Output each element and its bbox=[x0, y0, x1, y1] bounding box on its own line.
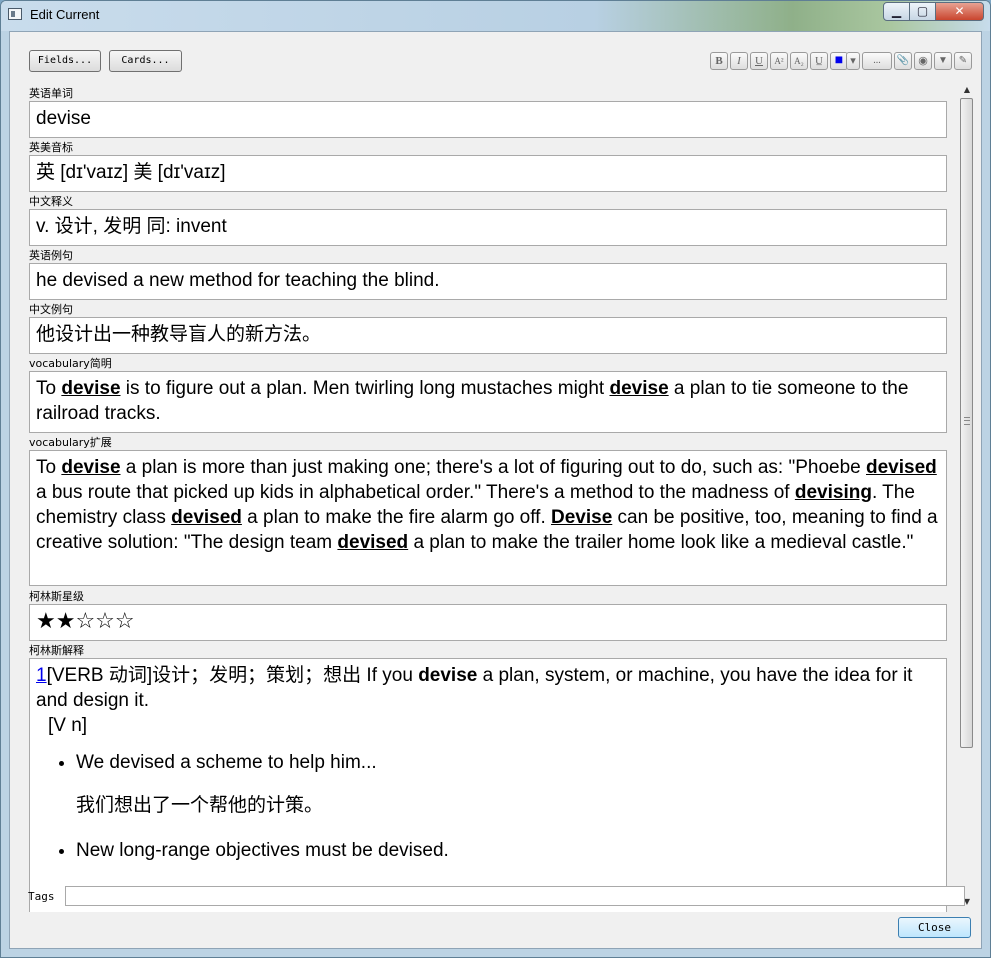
field-label-en-example: 英语例句 bbox=[29, 249, 73, 262]
example-en: New long-range objectives must be devise… bbox=[76, 840, 449, 861]
grammar-pattern: [V n] bbox=[48, 715, 88, 736]
field-cn-example-editor[interactable]: 他设计出一种教导盲人的新方法。 bbox=[29, 317, 947, 354]
field-label-phonetic: 英美音标 bbox=[29, 141, 73, 154]
editor-client-area: Fields... Cards... B I U A² A₂ U̲ ■ ▾ ..… bbox=[9, 31, 982, 949]
subscript-button[interactable]: A₂ bbox=[790, 52, 808, 70]
list-item: New long-range objectives must be devise… bbox=[76, 838, 940, 863]
sense-number-link[interactable]: 1 bbox=[36, 665, 47, 686]
field-label-collins-stars: 柯林斯星级 bbox=[29, 590, 84, 603]
text-run: To bbox=[36, 457, 62, 478]
field-cn-definition-editor[interactable]: v. 设计, 发明 同: invent bbox=[29, 209, 947, 246]
list-item: We devised a scheme to help him... 我们想出了… bbox=[76, 750, 940, 818]
color-dropdown-icon[interactable]: ▾ bbox=[846, 52, 860, 70]
text-run: To bbox=[36, 378, 62, 399]
maximize-button[interactable]: ▢ bbox=[909, 2, 936, 21]
grip-icon bbox=[964, 417, 970, 425]
field-label-word: 英语单词 bbox=[29, 87, 73, 100]
attach-icon[interactable]: 📎 bbox=[894, 52, 912, 70]
vertical-scrollbar[interactable]: ▲ ▼ bbox=[959, 83, 975, 909]
fields-scroll-area[interactable]: 英语单词 devise 英美音标 英 [dɪ'vaɪz] 美 [dɪ'vaɪz]… bbox=[28, 82, 970, 912]
underline-button[interactable]: U bbox=[750, 52, 768, 70]
sense-head: [VERB 动词]设计；发明；策划；想出 If you bbox=[46, 665, 419, 686]
field-label-cn-example: 中文例句 bbox=[29, 303, 73, 316]
keyword-run: devised bbox=[171, 507, 242, 528]
field-vocab-short-editor[interactable]: To devise is to figure out a plan. Men t… bbox=[29, 371, 947, 433]
field-label-cn-definition: 中文释义 bbox=[29, 195, 73, 208]
example-en: We devised a scheme to help him... bbox=[76, 752, 377, 773]
field-collins-explain-editor[interactable]: 1[VERB 动词]设计；发明；策划；想出 If you devise a pl… bbox=[29, 658, 947, 912]
field-label-vocab-short: vocabulary简明 bbox=[29, 357, 112, 370]
scroll-thumb[interactable] bbox=[960, 98, 973, 748]
superscript-button[interactable]: A² bbox=[770, 52, 788, 70]
cloze-button[interactable]: ... bbox=[862, 52, 892, 70]
tags-input[interactable] bbox=[65, 886, 965, 906]
minimize-button[interactable]: ▁ bbox=[883, 2, 910, 21]
example-zh: 我们想出了一个帮他的计策。 bbox=[76, 795, 324, 816]
text-run: a bus route that picked up kids in alpha… bbox=[36, 482, 795, 503]
keyword-run: devised bbox=[337, 532, 409, 553]
keyword-run: devise bbox=[61, 457, 121, 478]
window-title: Edit Current bbox=[30, 7, 100, 22]
text-run: is to figure out a plan. Men twirling lo… bbox=[120, 378, 610, 399]
edit-html-icon[interactable]: ✎ bbox=[954, 52, 972, 70]
more-dropdown-icon[interactable]: ▼ bbox=[934, 52, 952, 70]
bold-button[interactable]: B bbox=[710, 52, 728, 70]
cards-button[interactable]: Cards... bbox=[109, 50, 182, 72]
field-vocab-extended-editor[interactable]: To devise a plan is more than just makin… bbox=[29, 450, 947, 586]
italic-button[interactable]: I bbox=[730, 52, 748, 70]
text-run: a plan is more than just making one; the… bbox=[120, 457, 866, 478]
edit-current-window: Edit Current ▁ ▢ ✕ Fields... Cards... B … bbox=[0, 0, 991, 958]
keyword-run: Devise bbox=[551, 507, 613, 528]
fields-button[interactable]: Fields... bbox=[29, 50, 101, 72]
keyword-run: devised bbox=[866, 457, 937, 478]
field-word-editor[interactable]: devise bbox=[29, 101, 947, 138]
tags-label: Tags bbox=[28, 890, 55, 903]
field-collins-stars-editor[interactable]: ★★☆☆☆ bbox=[29, 604, 947, 641]
field-label-collins-explain: 柯林斯解释 bbox=[29, 644, 84, 657]
keyword-run: devise bbox=[609, 378, 669, 399]
scroll-up-icon[interactable]: ▲ bbox=[959, 83, 975, 97]
record-icon[interactable]: ◉ bbox=[914, 52, 932, 70]
close-window-button[interactable]: ✕ bbox=[935, 2, 984, 21]
title-bar[interactable]: Edit Current ▁ ▢ ✕ bbox=[1, 1, 990, 31]
field-label-vocab-extended: vocabulary扩展 bbox=[29, 436, 112, 449]
text-run: a plan to make the fire alarm go off. bbox=[241, 507, 551, 528]
close-button[interactable]: Close bbox=[898, 917, 971, 938]
window-icon bbox=[8, 8, 22, 20]
field-phonetic-editor[interactable]: 英 [dɪ'vaɪz] 美 [dɪ'vaɪz] bbox=[29, 155, 947, 192]
keyword-run: devising bbox=[794, 482, 872, 503]
keyword-run: devise bbox=[61, 378, 121, 399]
clear-format-button[interactable]: U̲ bbox=[810, 52, 828, 70]
text-run: a plan to make the trailer home look lik… bbox=[408, 532, 914, 553]
sense-keyword: devise bbox=[418, 665, 478, 686]
field-en-example-editor[interactable]: he devised a new method for teaching the… bbox=[29, 263, 947, 300]
example-list: We devised a scheme to help him... 我们想出了… bbox=[36, 750, 940, 863]
